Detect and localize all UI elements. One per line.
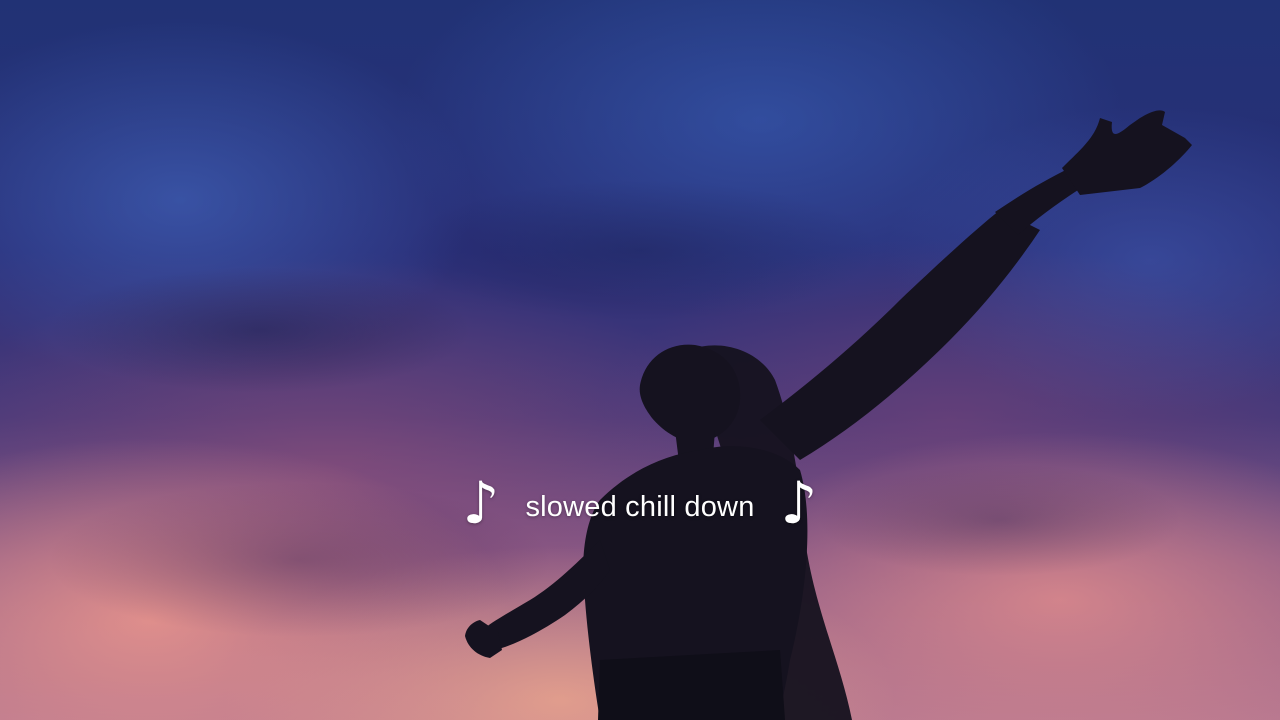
video-caption: ♪ slowed chill down ♪ — [0, 472, 1280, 542]
video-frame[interactable]: ♪ slowed chill down ♪ — [0, 0, 1280, 720]
caption-text: slowed chill down — [525, 490, 755, 523]
music-note-icon: ♪ — [780, 469, 818, 537]
person-silhouette — [465, 110, 1192, 720]
music-note-icon: ♪ — [462, 469, 500, 537]
